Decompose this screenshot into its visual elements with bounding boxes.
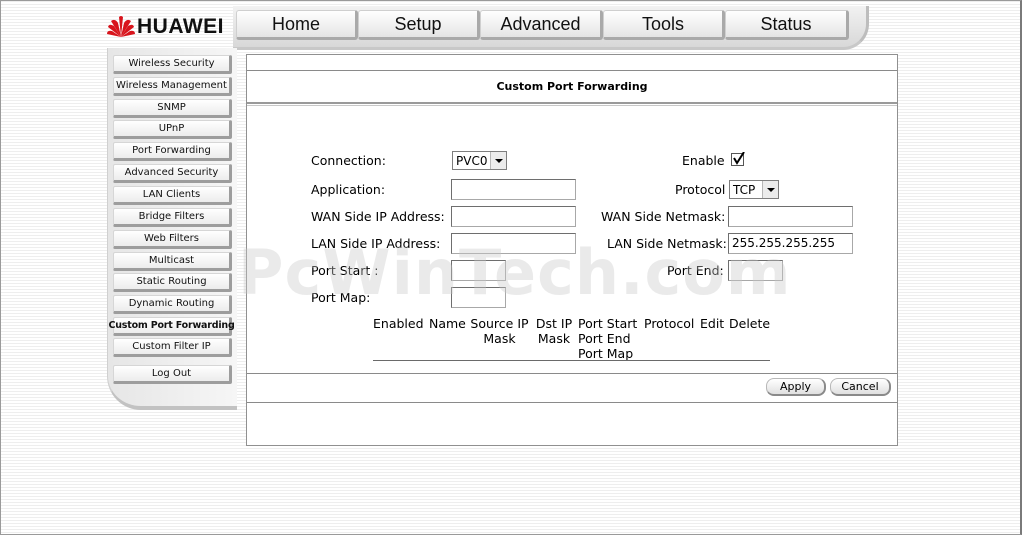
- application-label: Application:: [311, 182, 386, 197]
- wan-ip-label: WAN Side IP Address:: [311, 209, 445, 224]
- wan-ip-input[interactable]: [451, 206, 576, 227]
- divider: [247, 105, 897, 106]
- sidebar-item-web-filters[interactable]: Web Filters: [113, 230, 232, 249]
- tab-home[interactable]: Home: [236, 10, 358, 40]
- checkmark-icon: [733, 152, 745, 165]
- lan-ip-label: LAN Side IP Address:: [311, 236, 441, 251]
- protocol-value: TCP: [733, 182, 756, 197]
- chevron-down-icon: [762, 181, 778, 198]
- protocol-label: Protocol: [675, 182, 726, 197]
- port-end-label: Port End:: [667, 263, 724, 278]
- application-input[interactable]: [451, 179, 576, 200]
- sidebar-item-lan-clients[interactable]: LAN Clients: [113, 186, 232, 205]
- connection-select[interactable]: PVC0: [452, 151, 507, 170]
- chevron-down-icon: [490, 152, 506, 169]
- port-end-input[interactable]: [728, 260, 783, 281]
- sidebar-item-advanced-security[interactable]: Advanced Security: [113, 164, 232, 183]
- sidebar-item-wireless-security[interactable]: Wireless Security: [113, 55, 232, 74]
- col-name: Name: [429, 316, 466, 331]
- sidebar-item-port-forwarding[interactable]: Port Forwarding: [113, 142, 232, 161]
- sidebar-item-snmp[interactable]: SNMP: [113, 99, 232, 118]
- col-source-ip: Source IP Mask: [470, 316, 529, 346]
- sidebar-item-custom-port-forwarding[interactable]: Custom Port Forwarding: [108, 317, 235, 336]
- tab-setup[interactable]: Setup: [358, 10, 480, 40]
- port-start-input[interactable]: [451, 260, 506, 281]
- sidebar-item-custom-filter-ip[interactable]: Custom Filter IP: [113, 338, 232, 357]
- tab-advanced[interactable]: Advanced: [480, 10, 603, 40]
- col-enabled: Enabled: [373, 316, 424, 331]
- tab-tools[interactable]: Tools: [603, 10, 725, 40]
- sidebar-item-static-routing[interactable]: Static Routing: [113, 273, 232, 292]
- brand-name: HUAWEI: [137, 15, 224, 38]
- port-map-label: Port Map:: [311, 290, 371, 305]
- protocol-select[interactable]: TCP: [729, 180, 779, 199]
- enable-checkbox[interactable]: [731, 152, 745, 166]
- wan-netmask-input[interactable]: [728, 206, 853, 227]
- col-edit: Edit: [700, 316, 725, 331]
- wan-netmask-label: WAN Side Netmask:: [601, 209, 726, 224]
- divider: [247, 373, 897, 374]
- sidebar-item-dynamic-routing[interactable]: Dynamic Routing: [113, 295, 232, 314]
- col-port: Port Start Port End Port Map: [578, 316, 638, 361]
- sidebar-item-log-out[interactable]: Log Out: [113, 365, 232, 384]
- sidebar-item-wireless-management[interactable]: Wireless Management: [113, 77, 232, 96]
- col-dst-ip: Dst IP Mask: [535, 316, 573, 346]
- col-protocol: Protocol: [644, 316, 695, 331]
- lan-netmask-input[interactable]: 255.255.255.255: [728, 233, 853, 254]
- huawei-logo: HUAWEI: [107, 13, 235, 41]
- lan-netmask-label: LAN Side Netmask:: [607, 236, 727, 251]
- port-start-label: Port Start :: [311, 263, 379, 278]
- divider: [247, 402, 897, 403]
- table-bottom-rule: [373, 360, 770, 361]
- apply-button[interactable]: Apply: [766, 378, 826, 396]
- sidebar-item-bridge-filters[interactable]: Bridge Filters: [113, 208, 232, 227]
- col-delete: Delete: [729, 316, 771, 331]
- enable-label: Enable: [682, 153, 725, 168]
- port-map-input[interactable]: [451, 287, 506, 308]
- lan-ip-input[interactable]: [451, 233, 576, 254]
- huawei-flower-icon: [107, 16, 135, 37]
- sidebar-item-multicast[interactable]: Multicast: [113, 252, 232, 271]
- tab-status[interactable]: Status: [725, 10, 849, 40]
- connection-label: Connection:: [311, 153, 386, 168]
- page-title: Custom Port Forwarding: [247, 70, 897, 104]
- connection-value: PVC0: [456, 153, 488, 168]
- cancel-button[interactable]: Cancel: [830, 378, 891, 396]
- sidebar-item-upnp[interactable]: UPnP: [113, 120, 232, 139]
